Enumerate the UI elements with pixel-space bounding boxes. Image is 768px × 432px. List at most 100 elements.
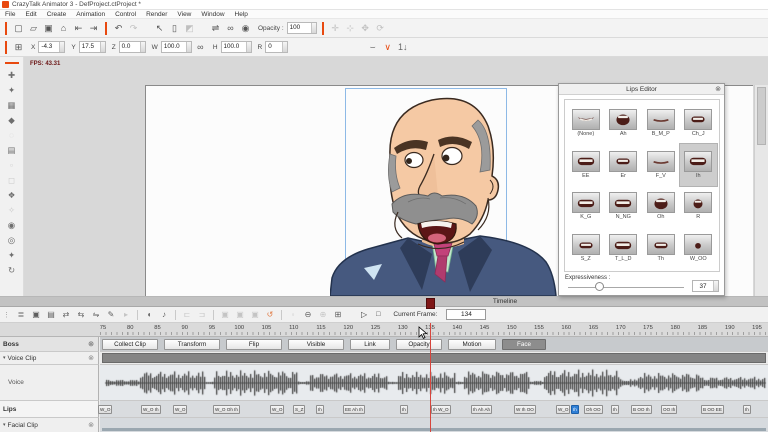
flip-icon[interactable]: ⇌ xyxy=(209,23,222,34)
track-label-boss[interactable]: Boss ⊗ xyxy=(0,337,99,352)
lips-shape-oh[interactable]: Oh xyxy=(642,186,680,228)
reset-angle-icon[interactable]: 1↓ xyxy=(396,42,409,52)
title-bar[interactable]: CrazyTalk Animator 3 - DefProject.ctProj… xyxy=(0,0,768,10)
expressiveness-spinner[interactable] xyxy=(713,281,718,291)
menu-animation[interactable]: Animation xyxy=(71,11,110,18)
lips-shape-ee[interactable]: EE xyxy=(567,144,605,186)
opacity-dropdown[interactable]: 100 xyxy=(286,22,317,34)
boss-button-collect-clip[interactable]: Collect Clip xyxy=(102,338,158,350)
voice-waveform-track[interactable] xyxy=(100,365,768,401)
lip-key-s_z[interactable]: S_Z xyxy=(293,405,306,414)
lip-key-ih[interactable]: Ih xyxy=(611,405,619,414)
lip-key-oh-oo[interactable]: Oh OO xyxy=(584,405,603,414)
lip-key-w_o[interactable]: W_O xyxy=(98,405,113,414)
lip-key-ih[interactable]: Ih xyxy=(743,405,751,414)
menu-file[interactable]: File xyxy=(0,11,20,18)
track-label-lips[interactable]: Lips xyxy=(0,401,99,418)
remove-clip-icon[interactable]: ↺ xyxy=(264,310,276,319)
lips-shape-ah[interactable]: Ah xyxy=(605,102,643,144)
play-button[interactable]: ▷ xyxy=(361,310,367,319)
lip-key-b-oo-ih[interactable]: B OO Ih xyxy=(631,405,652,414)
vertical-scrollbar-thumb[interactable] xyxy=(757,87,766,145)
lip-key-b-oo-ee[interactable]: B OO EE xyxy=(701,405,724,414)
lip-key-w-ih-oo[interactable]: W Ih OO xyxy=(514,405,536,414)
character-boss[interactable] xyxy=(330,92,558,296)
link-dimensions-icon[interactable]: ∞ xyxy=(194,42,207,52)
field-h[interactable]: 100.0 xyxy=(220,41,252,53)
field-spinner[interactable] xyxy=(99,42,105,52)
lips-shape-k_g[interactable]: K_G xyxy=(567,186,605,228)
field-w[interactable]: 100.0 xyxy=(160,41,192,53)
lip-key-ih[interactable]: Ih xyxy=(400,405,408,414)
flatten-icon[interactable]: ▤ xyxy=(45,310,57,319)
export-icon[interactable]: ⇤ xyxy=(72,23,85,34)
voice-clip-bar[interactable] xyxy=(102,353,766,363)
boss-button-link[interactable]: Link xyxy=(350,338,390,350)
boss-button-opacity[interactable]: Opacity xyxy=(396,338,442,350)
track-list-icon[interactable]: ≣ xyxy=(15,310,27,319)
lip-key-ih[interactable]: Ih xyxy=(316,405,324,414)
lips-keys-track[interactable]: W_O W_O Ih W_O W_O Oh Ih W_O S_Z Ih EE Ah Ih Ih I… xyxy=(98,401,768,418)
audio-track-icon[interactable]: ♪ xyxy=(158,310,170,319)
chevron-down-icon[interactable]: ▾ xyxy=(3,422,6,428)
reverse-icon[interactable]: ⇋ xyxy=(90,310,102,319)
curve-linear-icon[interactable]: ∨ xyxy=(381,42,394,53)
lips-shape-th[interactable]: Th xyxy=(642,227,680,269)
actor-icon[interactable]: ✚ xyxy=(8,69,15,81)
select-tool-icon[interactable]: ↖ xyxy=(153,23,166,34)
timeline-title-bar[interactable]: Timeline xyxy=(0,297,768,307)
loop-icon[interactable]: ↻ xyxy=(8,264,15,276)
playhead-marker[interactable] xyxy=(426,298,435,309)
frame-ruler[interactable]: 7580859095100105110115120125130135140145… xyxy=(0,323,768,337)
lip-key-w_o[interactable]: W_O xyxy=(173,405,188,414)
keyboard-puppet-icon[interactable]: ▤ xyxy=(7,144,15,156)
lip-key-w_o[interactable]: W_O xyxy=(270,405,285,414)
object-tool-icon[interactable]: ▯ xyxy=(168,23,181,34)
dope-sheet-icon[interactable]: ◖ xyxy=(143,310,155,319)
lip-key-ee-ah-ih[interactable]: EE Ah Ih xyxy=(343,405,365,414)
prop-icon[interactable]: ❖ xyxy=(8,189,16,201)
facial-clip-bar[interactable] xyxy=(102,428,766,431)
save-project-icon[interactable]: ▣ xyxy=(42,23,55,34)
close-icon[interactable]: ⊗ xyxy=(715,84,721,95)
boss-button-transform[interactable]: Transform xyxy=(164,338,220,350)
playhead-line[interactable] xyxy=(430,323,431,432)
menu-create[interactable]: Create xyxy=(42,11,72,18)
collect-clip-icon[interactable]: ▣ xyxy=(30,310,42,319)
lip-key-w_o[interactable]: W_O xyxy=(556,405,571,414)
expressiveness-slider-thumb[interactable] xyxy=(595,282,604,291)
field-spinner[interactable] xyxy=(59,42,65,52)
field-x[interactable]: -4.3 xyxy=(38,41,66,53)
import-icon[interactable]: ⇥ xyxy=(87,23,100,34)
field-z[interactable]: 0.0 xyxy=(118,41,146,53)
boss-button-flip[interactable]: Flip xyxy=(226,338,282,350)
undo-icon[interactable]: ↶ xyxy=(112,23,125,34)
stop-button[interactable]: □ xyxy=(376,311,380,318)
menu-view[interactable]: View xyxy=(172,11,196,18)
lips-shape-n_ng[interactable]: N_NG xyxy=(605,186,643,228)
lips-shape-r[interactable]: R xyxy=(680,186,718,228)
menu-control[interactable]: Control xyxy=(110,11,141,18)
expand-timeline-icon[interactable]: ⊞ xyxy=(332,310,344,319)
menu-edit[interactable]: Edit xyxy=(20,11,41,18)
field-spinner[interactable] xyxy=(282,42,288,52)
lips-shape-ch_j[interactable]: Ch_J xyxy=(680,102,718,144)
lips-editor-header[interactable]: Lips Editor ⊗ xyxy=(559,84,724,95)
lips-shape-w_oo[interactable]: W_OO xyxy=(680,227,718,269)
field-spinner[interactable] xyxy=(185,42,191,52)
lip-key-ih-w_o[interactable]: Ih W_O xyxy=(431,405,451,414)
speed-icon[interactable]: ⇆ xyxy=(75,310,87,319)
field-r[interactable]: 0 xyxy=(265,41,289,53)
chevron-down-icon[interactable]: ▾ xyxy=(3,355,6,361)
menu-help[interactable]: Help xyxy=(230,11,253,18)
close-icon[interactable]: ⊗ xyxy=(88,340,94,348)
close-icon[interactable]: ⊗ xyxy=(88,421,94,429)
link-icon[interactable]: ∞ xyxy=(224,23,237,33)
animation-icon[interactable]: ✦ xyxy=(8,84,15,96)
close-icon[interactable]: ⊗ xyxy=(88,354,94,362)
zoom-out-icon[interactable]: ⊖ xyxy=(302,310,314,319)
edit-motion-icon[interactable]: ✎ xyxy=(105,310,117,319)
lip-key-w_o-oh-ih[interactable]: W_O Oh Ih xyxy=(213,405,240,414)
loop-icon[interactable]: ⇄ xyxy=(60,310,72,319)
stage-icon[interactable]: ▦ xyxy=(7,99,15,111)
